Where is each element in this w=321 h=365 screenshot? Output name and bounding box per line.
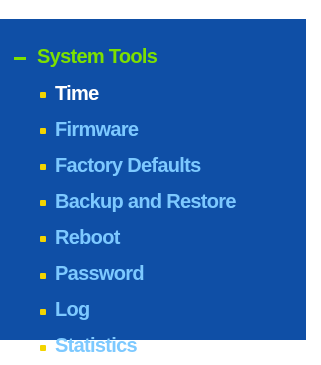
menu-item-time[interactable]: Time [0,76,236,112]
bullet-icon [40,200,46,207]
menu-item-label: Firmware [55,118,139,141]
menu-item-label: Time [55,82,99,105]
menu-item-label: Password [55,263,145,286]
navigation-menu: System Tools Time Firmware Factory Defau… [0,19,306,357]
bullet-icon [40,344,46,351]
section-title: System Tools [37,45,158,68]
bullet-icon [40,128,46,135]
menu-item-label: Statistics [55,335,138,358]
menu-item-factory-defaults[interactable]: Factory Defaults [0,148,236,184]
menu-item-backup-and-restore[interactable]: Backup and Restore [0,184,236,220]
menu-item-label: Factory Defaults [55,154,201,177]
system-tools-section-header[interactable]: System Tools [14,44,158,70]
menu-item-label: Backup and Restore [55,190,236,213]
menu-item-log[interactable]: Log [0,293,236,329]
bullet-icon [40,308,46,315]
bullet-icon [40,272,46,279]
menu-item-password[interactable]: Password [0,256,236,292]
bullet-icon [40,236,46,243]
system-tools-submenu: Time Firmware Factory Defaults Backup an… [0,76,236,365]
menu-item-firmware[interactable]: Firmware [0,112,236,148]
minus-collapse-icon[interactable] [14,56,26,60]
menu-item-label: Log [55,299,90,322]
bullet-icon [40,164,46,171]
menu-item-statistics[interactable]: Statistics [0,329,236,365]
menu-item-reboot[interactable]: Reboot [0,220,236,256]
menu-item-label: Reboot [55,226,120,249]
bullet-icon [40,92,46,99]
